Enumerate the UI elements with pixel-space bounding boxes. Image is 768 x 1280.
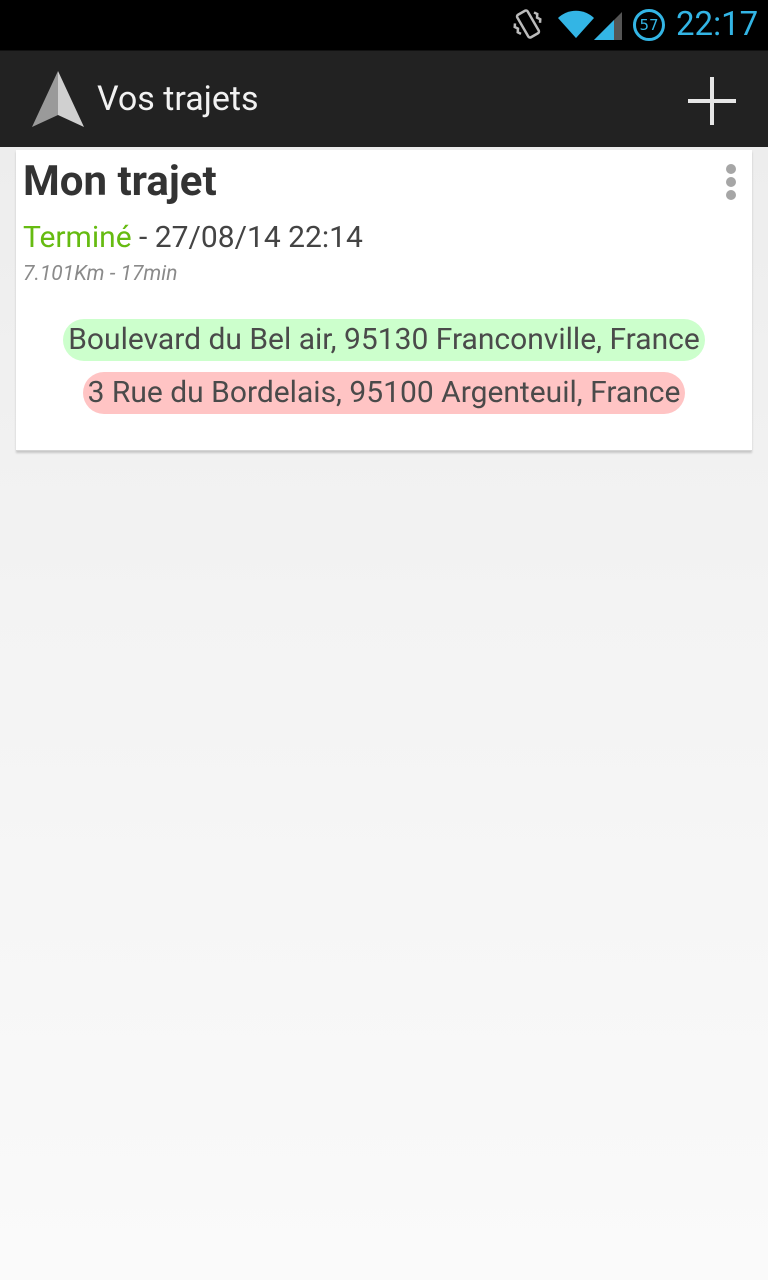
action-bar: Vos trajets <box>0 50 768 147</box>
trip-date: - 27/08/14 22:14 <box>131 220 363 255</box>
signal-icon <box>594 12 622 40</box>
overflow-menu-icon[interactable] <box>716 160 746 204</box>
start-address: Boulevard du Bel air, 95130 Franconville… <box>63 319 705 361</box>
battery-icon: 57 <box>633 9 665 41</box>
start-address-row: Boulevard du Bel air, 95130 Franconville… <box>16 319 752 361</box>
status-bar: 57 22:17 <box>0 0 768 50</box>
end-address: 3 Rue du Bordelais, 95100 Argenteuil, Fr… <box>82 372 686 414</box>
navigation-arrow-icon[interactable] <box>28 67 88 131</box>
trip-title: Mon trajet <box>23 157 217 206</box>
trip-stats: 7.101Km - 17min <box>23 262 178 286</box>
trip-status-line: Terminé - 27/08/14 22:14 <box>23 220 363 256</box>
vibrate-icon <box>513 9 542 39</box>
trip-card[interactable]: Mon trajet Terminé - 27/08/14 22:14 7.10… <box>16 150 752 451</box>
trip-status: Terminé <box>23 220 132 255</box>
page-title: Vos trajets <box>97 79 259 119</box>
clock: 22:17 <box>676 5 759 44</box>
end-address-row: 3 Rue du Bordelais, 95100 Argenteuil, Fr… <box>16 372 752 414</box>
wifi-icon <box>558 10 594 38</box>
plus-icon[interactable] <box>676 65 748 137</box>
